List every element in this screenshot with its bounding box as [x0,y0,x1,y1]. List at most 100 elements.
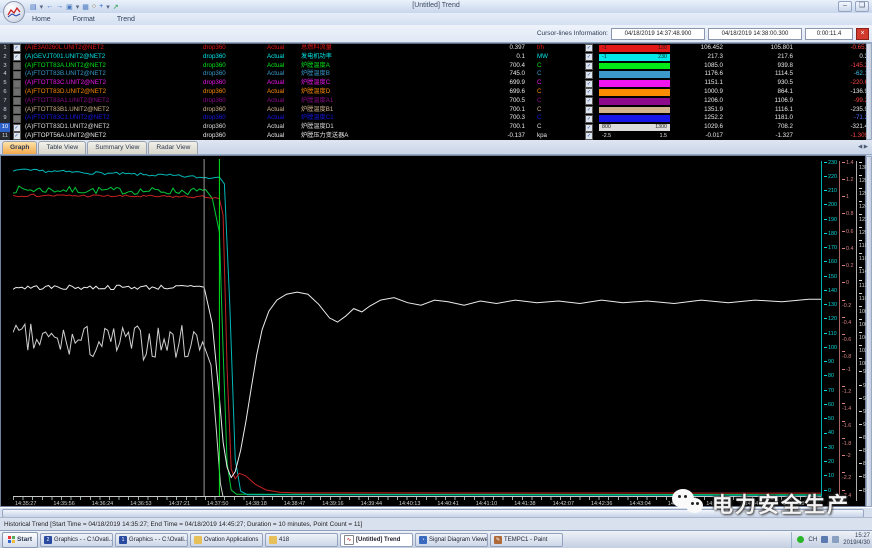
dropdown-icon[interactable]: ▾ [106,3,110,11]
scale-color-bar [597,97,673,106]
graph-vertical-scrollbar[interactable] [866,156,872,507]
zoom-icon[interactable]: ○ [92,3,96,10]
visibility-checkbox[interactable] [10,97,23,106]
menu-item-trend[interactable]: Trend [117,16,135,23]
tab-table-view[interactable]: Table View [38,141,86,154]
table-row[interactable]: 5(A)FTOTT83C.UNIT2@NET2drop360Actual炉膛温度… [0,79,872,88]
taskbar-button-signal-diagram-viewe-[interactable]: ◔Signal Diagram Viewe... [415,533,488,547]
y-tick-label: 160 [824,260,837,265]
table-row[interactable]: 3(A)FTOTT83A.UNIT2@NET2drop360Actual炉膛温度… [0,62,872,71]
scale-min: -1 [602,44,607,53]
visibility-checkbox[interactable] [10,88,23,97]
forward-arrow-icon[interactable]: → [56,3,63,10]
menu-item-home[interactable]: Home [32,16,51,23]
tray-volume-icon[interactable] [832,536,839,543]
cursor-difference: -136.9 [797,88,872,97]
taskbar-button-tempc1-paint[interactable]: ✎TEMPC1 - Paint [490,533,563,547]
scale-checkbox[interactable]: ✓ [581,53,597,62]
taskbar-button-label: 418 [279,537,289,543]
table-row[interactable]: 1✓(A)E3A0260L.UNIT2@NET2drop360Actual总燃料… [0,44,872,53]
scale-checkbox[interactable]: ✓ [581,79,597,88]
scale-checkbox[interactable]: ✓ [581,114,597,123]
checkbox-icon [13,97,21,105]
clock-date: 2019/4/30 [843,540,870,546]
scale-checkbox[interactable]: ✓ [581,88,597,97]
taskbar-button-ovation-applications[interactable]: Ovation Applications [190,533,263,547]
cursor-difference: -235.9 [797,106,872,115]
scale-checkbox[interactable]: ✓ [581,106,597,115]
taskbar-button-graphics-c-ovati-[interactable]: 1Graphics - - C:\Ovati... [115,533,188,547]
table-row[interactable]: 4(A)FTOTT83B.UNIT2@NET2drop360Actual炉膛温度… [0,70,872,79]
trend-chart-icon[interactable]: ▤ [30,3,37,11]
y-tick-label: -1.2 [842,385,855,395]
cursor-delta-field[interactable]: 0:00:11.4 [805,28,853,40]
table-vertical-scrollbar[interactable] [866,43,872,140]
checkbox-icon [13,71,21,79]
scale-checkbox[interactable]: ✓ [581,97,597,106]
language-indicator[interactable]: CH [808,536,817,543]
taskbar-button--untitled-trend[interactable]: ∿[Untitled] Trend [340,533,413,547]
scale-checkbox[interactable]: ✓ [581,62,597,71]
tray-app-icon[interactable] [821,536,828,543]
minimize-button[interactable]: – [838,1,852,12]
row-number: 9 [0,114,10,123]
table-row[interactable]: 2✓(A)GEVJT001.UNIT2@NET2drop360Actual发电机… [0,53,872,62]
taskbar-button-label: Graphics - - C:\Ovati... [129,537,188,543]
table-row[interactable]: 9(A)FTOTT83C1.UNIT2@NET2drop360Actual炉膛温… [0,114,872,123]
y-tick-label: -2 [842,454,851,459]
back-arrow-icon[interactable]: ← [46,3,53,10]
visibility-checkbox[interactable] [10,70,23,79]
signal-current-value: 700.1 [439,106,529,115]
cursor1-time-field[interactable]: 04/18/2019 14:37:48.900 [611,28,705,40]
visibility-checkbox[interactable] [10,114,23,123]
app-menu-button[interactable] [3,1,25,23]
tab-radar-view[interactable]: Radar View [148,141,198,154]
scale-checkbox[interactable]: ✓ [581,44,597,53]
y-tick-label: 50 [824,417,834,422]
y-tick-label: 1.2 [842,178,854,183]
table-row[interactable]: 8(A)FTOTT83B1.UNIT2@NET2drop360Actual炉膛温… [0,106,872,115]
visibility-checkbox[interactable] [10,62,23,71]
live-trend-icon[interactable]: ↗ [113,3,119,11]
grid-icon[interactable]: ▦ [82,3,89,11]
table-row[interactable]: 7(A)FTOTT83A1.UNIT2@NET2drop360Actual炉膛温… [0,97,872,106]
signal-current-value: 700.4 [439,62,529,71]
tab-graph[interactable]: Graph [2,141,37,154]
taskbar-button-418[interactable]: 418 [265,533,338,547]
table-row[interactable]: 10✓(A)FTOTT83D1.UNIT2@NET2drop360Actual炉… [0,123,872,132]
y-tick-label: 0.6 [842,230,854,235]
window-icon[interactable]: ▣ [66,3,73,11]
scale-color-bar [597,70,673,79]
cursor2-time-field[interactable]: 04/18/2019 14:38:00.300 [708,28,802,40]
signal-drop: drop360 [199,53,263,62]
dropdown-icon[interactable]: ▾ [40,3,44,11]
tab-summary-view[interactable]: Summary View [87,141,147,154]
add-icon[interactable]: + [99,3,103,10]
visibility-checkbox[interactable]: ✓ [10,123,23,132]
start-button[interactable]: Start [2,532,38,548]
cursor1-value: 106.452 [673,44,727,53]
trend-plot[interactable] [13,159,821,497]
restore-button[interactable]: ❑ [855,1,869,12]
menu-item-format[interactable]: Format [73,16,95,23]
tray-status-icon[interactable] [797,536,804,543]
y-tick-label: -0.4 [842,316,855,326]
trend-graph-panel[interactable]: 14:35:2714:35:5614:36:2414:36:5314:37:21… [0,155,866,507]
visibility-checkbox[interactable]: ✓ [10,53,23,62]
cursor1-value: 1151.1 [673,79,727,88]
taskbar-button-label: Graphics - - C:\Ovati... [54,537,113,543]
tab-scroll-arrows[interactable]: ◀ ▶ [858,144,868,150]
signal-drop: drop360 [199,70,263,79]
visibility-checkbox[interactable]: ✓ [10,44,23,53]
visibility-checkbox[interactable] [10,79,23,88]
table-row[interactable]: 6(A)FTOTT83D.UNIT2@NET2drop360Actual炉膛温度… [0,88,872,97]
scale-checkbox[interactable]: ✓ [581,123,597,132]
taskbar-button-graphics-c-ovati-[interactable]: 2Graphics - - C:\Ovati... [40,533,113,547]
y-tick-label: 40 [824,431,834,436]
cursor-info-close-icon[interactable]: × [856,28,869,40]
scale-checkbox[interactable]: ✓ [581,70,597,79]
visibility-checkbox[interactable] [10,106,23,115]
taskbar-clock[interactable]: 15:27 2019/4/30 [843,533,870,547]
cursor1-value: 217.3 [673,53,727,62]
dropdown-icon[interactable]: ▾ [76,3,80,11]
